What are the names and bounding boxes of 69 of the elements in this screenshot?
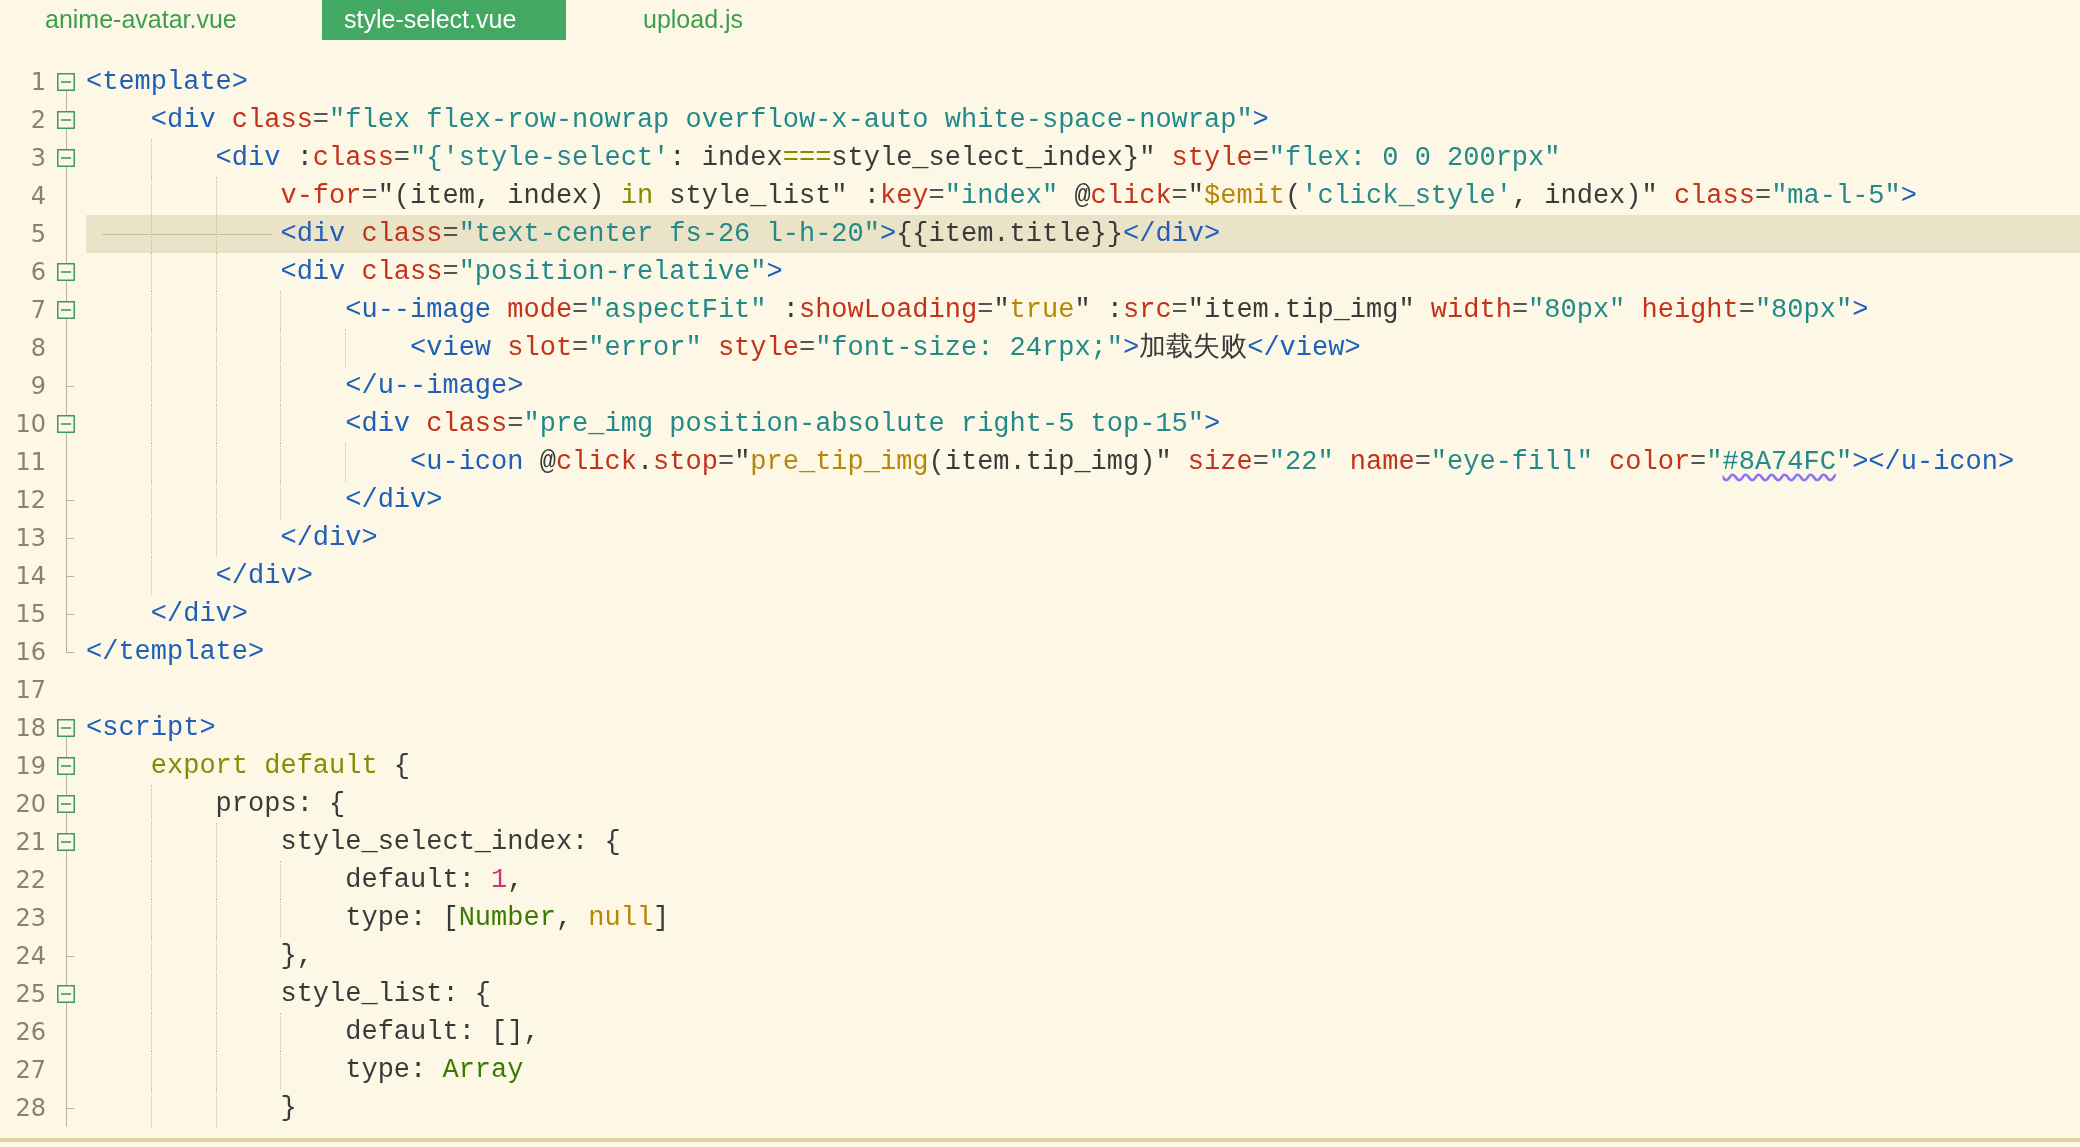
code-line: <u--image mode="aspectFit" :showLoading="true" :src="item.tip_img" width="80px" height="80px"> [344,295,1869,325]
line-number: 1 [29,67,46,98]
code-line: </template> [86,637,265,667]
code-line: <div class="text-center fs-26 l-h-20">{{item.title}}</div> [279,219,1221,249]
collapse-icon[interactable] [57,73,75,91]
line-number: 6 [29,257,46,288]
line-number: 9 [29,371,46,402]
line-number: 12 [14,485,46,516]
code-line: </u--image> [344,371,524,401]
line-number: 26 [14,1017,46,1048]
file-tab[interactable]: anime-avatar.vue [23,0,267,40]
line-number: 15 [14,599,46,630]
line-number: 19 [14,751,46,782]
collapse-icon[interactable] [57,757,75,775]
file-tab[interactable]: style-select.vue [322,0,566,40]
line-number: 4 [29,181,46,212]
line-number: 18 [14,713,46,744]
line-number: 24 [14,941,46,972]
line-number: 11 [14,447,46,478]
code-line: <script> [86,713,216,743]
collapse-icon[interactable] [57,719,75,737]
line-number: 23 [14,903,46,934]
code-line: style_list: { [279,979,492,1009]
code-line: <div :class="{'style-select': index===style_select_index}" style="flex: 0 0 200rpx" [214,143,1561,173]
code-line: }, [279,941,313,971]
code-line: <div class="position-relative"> [279,257,783,287]
line-number: 14 [14,561,46,592]
code-line: </div> [344,485,443,515]
collapse-icon[interactable] [57,985,75,1003]
line-number: 7 [29,295,46,326]
line-number: 8 [29,333,46,364]
code-line: </div> [214,561,313,591]
line-number: 21 [14,827,46,858]
line-number: 25 [14,979,46,1010]
code-line: default: [], [344,1017,540,1047]
collapse-icon[interactable] [57,149,75,167]
line-number: 17 [14,675,46,706]
code-line: } [279,1093,297,1123]
line-number: 13 [14,523,46,554]
line-number: 16 [14,637,46,668]
line-number: 2 [29,105,46,136]
collapse-icon[interactable] [57,301,75,319]
line-number: 20 [14,789,46,820]
collapse-icon[interactable] [57,795,75,813]
code-line: type: Array [344,1055,524,1085]
line-number: 10 [14,409,46,440]
code-line: <template> [86,67,249,97]
code-line: type: [Number, null] [344,903,670,933]
line-number: 27 [14,1055,46,1086]
code-line: style_select_index: { [279,827,621,857]
code-line: default: 1, [344,865,524,895]
code-line: </div> [279,523,378,553]
code-line: export default { [149,751,411,781]
collapse-icon[interactable] [57,415,75,433]
code-line: <view slot="error" style="font-size: 24rpx;">加载失败</view> [409,333,1361,363]
line-number: 22 [14,865,46,896]
code-line: </div> [149,599,249,629]
collapse-icon[interactable] [57,263,75,281]
code-line: <div class="pre_img position-absolute right-5 top-15"> [344,409,1221,439]
code-line: <div class="flex flex-row-nowrap overflow-x-auto white-space-nowrap"> [149,105,1269,135]
collapse-icon[interactable] [57,111,75,129]
line-number: 5 [29,219,46,250]
collapse-icon[interactable] [57,833,75,851]
line-number: 3 [29,143,46,174]
line-number: 28 [14,1093,46,1124]
file-tab[interactable]: upload.js [621,0,865,40]
code-line: v-for="(item, index) in style_list" :key="index" @click="$emit('click_style', index)" class="ma-l-5"> [279,181,1917,211]
code-line: <u-icon @click.stop="pre_tip_img(item.tip_img)" size="22" name="eye-fill" color="#8A74FC"></u-icon> [409,447,2015,477]
code-line: props: { [214,789,346,819]
